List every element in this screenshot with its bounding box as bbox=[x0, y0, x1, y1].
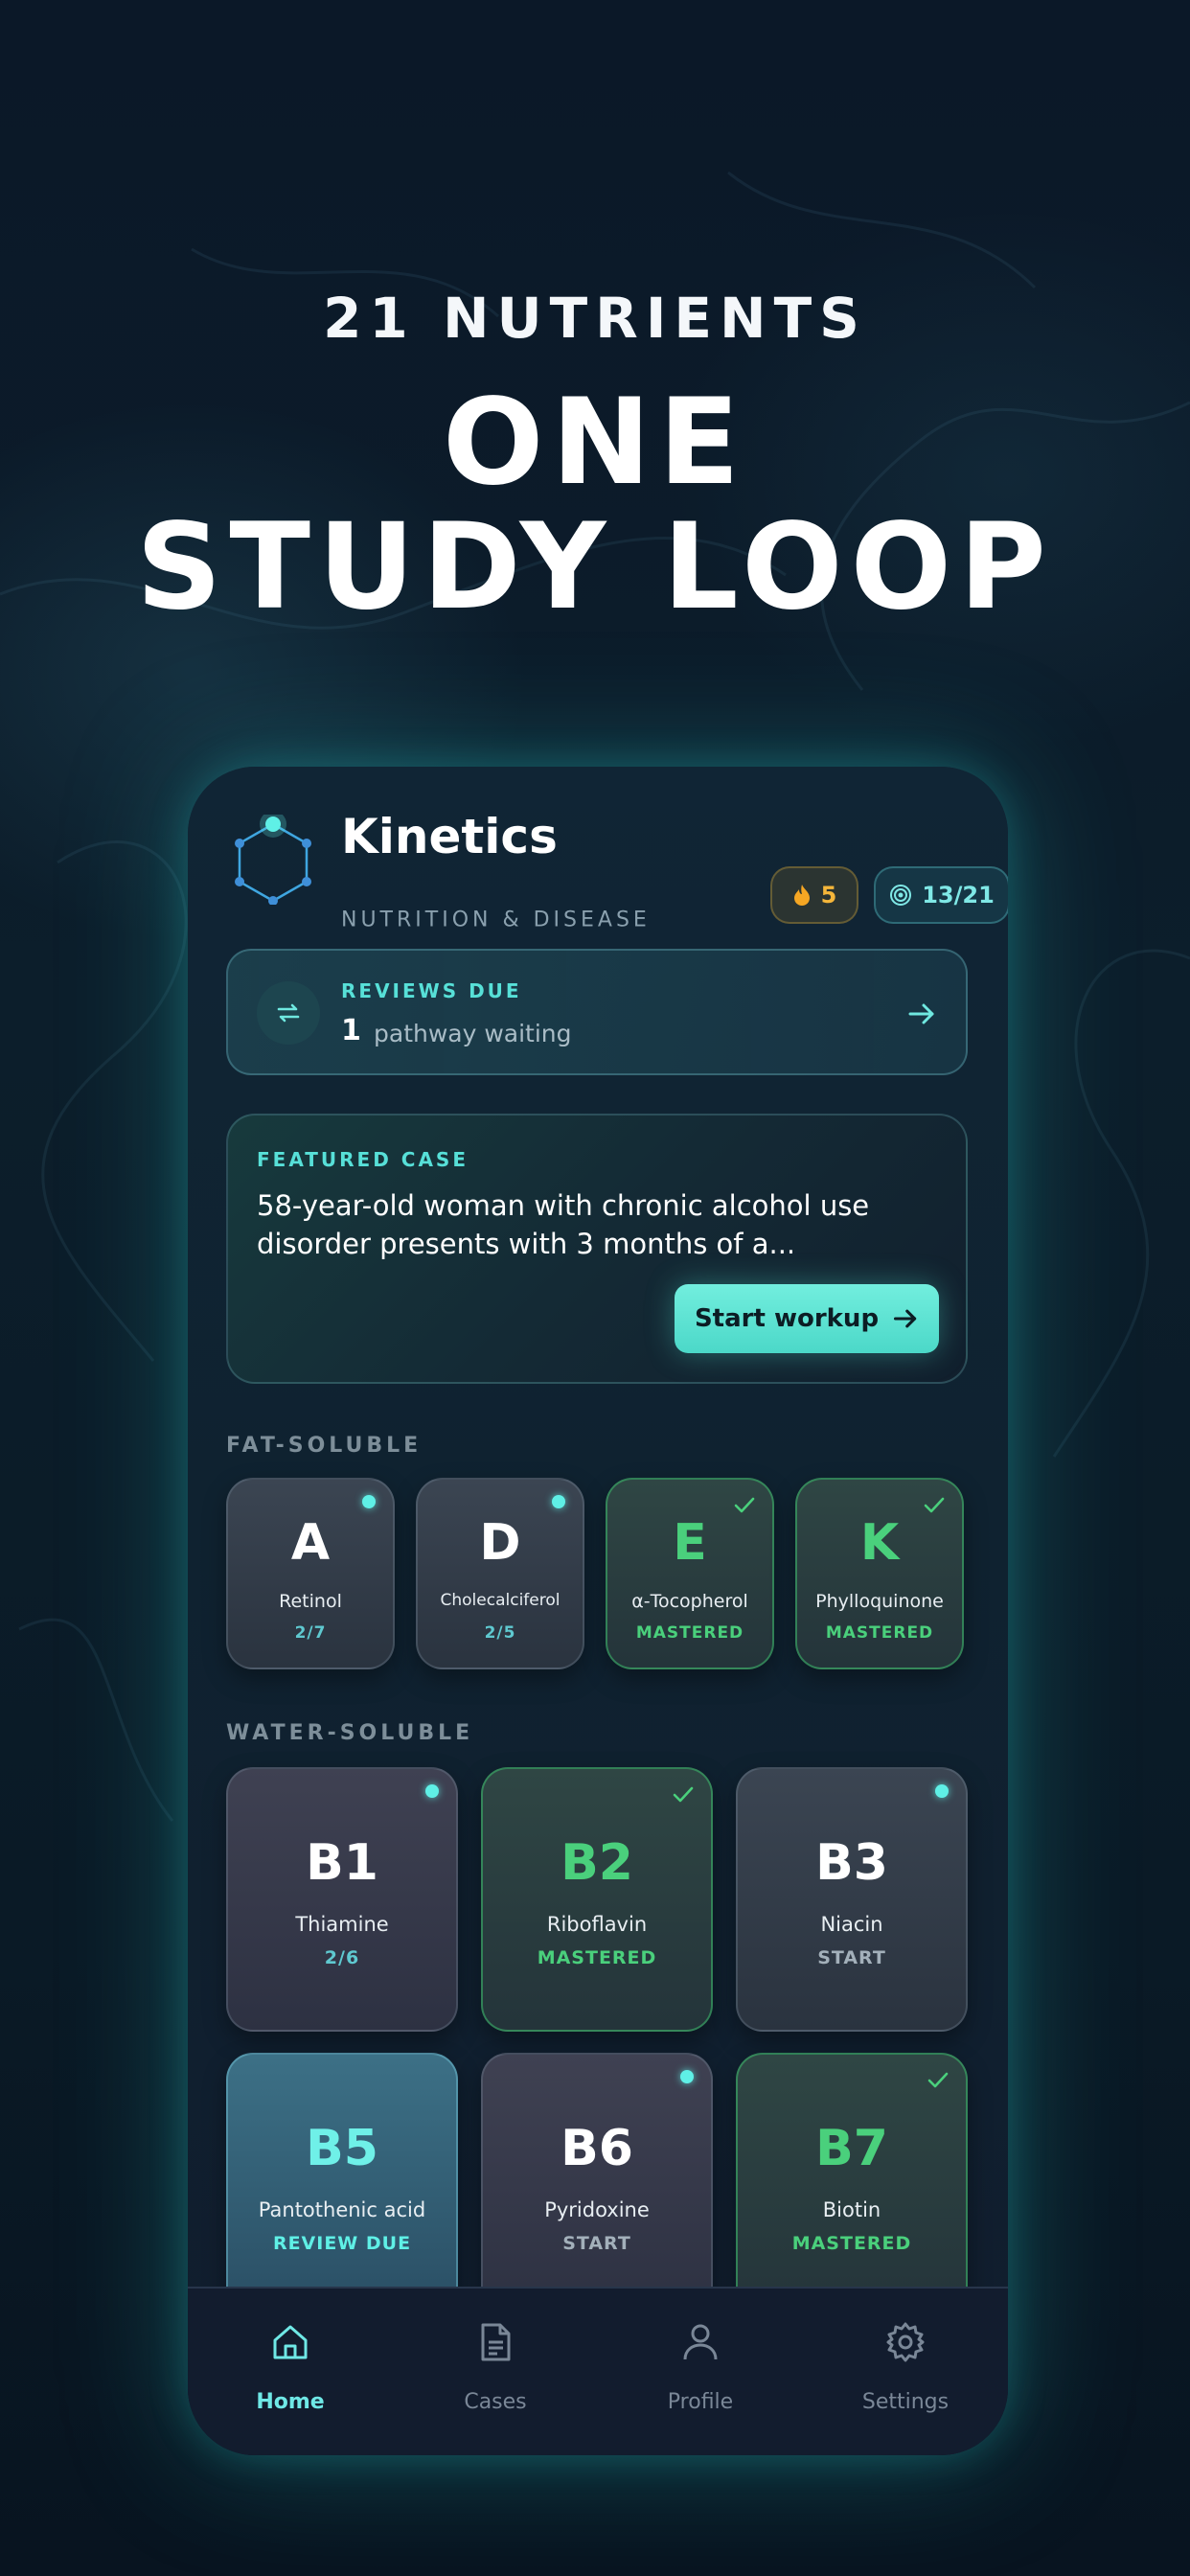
tab-settings[interactable]: Settings bbox=[803, 2288, 1008, 2455]
reviews-text: pathway waiting bbox=[374, 1020, 572, 1047]
vitamin-letter: D bbox=[479, 1514, 521, 1572]
tab-label: Cases bbox=[464, 2390, 527, 2414]
vitamin-letter: B6 bbox=[561, 2120, 633, 2177]
vitamin-name: Niacin bbox=[820, 1913, 883, 1936]
vitamin-status: REVIEW DUE bbox=[272, 2233, 412, 2254]
target-icon bbox=[890, 885, 912, 906]
vitamin-card-b5[interactable]: B5 Pantothenic acid REVIEW DUE bbox=[226, 2053, 458, 2317]
vitamin-name: Retinol bbox=[279, 1591, 342, 1612]
vitamin-name: Thiamine bbox=[295, 1913, 389, 1936]
reviews-label: REVIEWS DUE bbox=[341, 979, 522, 1002]
repeat-icon bbox=[257, 981, 320, 1045]
tab-label: Settings bbox=[861, 2390, 950, 2414]
tab-label: Home bbox=[256, 2390, 325, 2414]
vitamin-letter: B2 bbox=[561, 1834, 633, 1892]
hero-title-line2: STUDY LOOP bbox=[136, 498, 1054, 636]
new-indicator-dot bbox=[425, 1784, 439, 1798]
arrow-right-icon bbox=[908, 1003, 934, 1024]
vitamin-status: START bbox=[817, 1947, 886, 1968]
arrow-right-icon bbox=[894, 1309, 917, 1328]
vitamin-name: Cholecalciferol bbox=[440, 1591, 561, 1610]
document-icon bbox=[481, 2323, 511, 2361]
vitamin-name: Biotin bbox=[822, 2198, 881, 2221]
phone-screen: Kinetics NUTRITION & DISEASE 5 13/21 REV… bbox=[188, 767, 1008, 2455]
vitamin-letter: B3 bbox=[815, 1834, 888, 1892]
new-indicator-dot bbox=[680, 2070, 694, 2083]
bottom-tab-bar: Home Cases Profile Settings bbox=[188, 2287, 1008, 2455]
vitamin-card-b7[interactable]: B7 Biotin MASTERED bbox=[736, 2053, 968, 2317]
gear-icon bbox=[886, 2322, 925, 2362]
vitamin-card-a[interactable]: A Retinol 2/7 bbox=[226, 1478, 395, 1669]
vitamin-name: Riboflavin bbox=[546, 1913, 648, 1936]
vitamin-status: MASTERED bbox=[825, 1623, 934, 1643]
person-icon bbox=[683, 2324, 718, 2360]
streak-count: 5 bbox=[820, 882, 837, 908]
streak-badge[interactable]: 5 bbox=[770, 866, 858, 924]
vitamin-card-b3[interactable]: B3 Niacin START bbox=[736, 1767, 968, 2032]
vitamin-letter: B7 bbox=[815, 2120, 888, 2177]
vitamin-status: 2/7 bbox=[294, 1623, 327, 1643]
reviews-due-banner[interactable]: REVIEWS DUE 1 pathway waiting bbox=[226, 949, 968, 1075]
featured-label: FEATURED CASE bbox=[257, 1148, 469, 1171]
vitamin-card-b6[interactable]: B6 Pyridoxine START bbox=[481, 2053, 713, 2317]
vitamin-card-k[interactable]: K Phylloquinone MASTERED bbox=[795, 1478, 964, 1669]
vitamin-name: Phylloquinone bbox=[815, 1591, 944, 1612]
vitamin-letter: B5 bbox=[306, 2120, 378, 2177]
vitamin-status: 2/6 bbox=[324, 1947, 360, 1968]
vitamin-card-b2[interactable]: B2 Riboflavin MASTERED bbox=[481, 1767, 713, 2032]
featured-case-card[interactable]: FEATURED CASE 58-year-old woman with chr… bbox=[226, 1114, 968, 1384]
vitamin-status: MASTERED bbox=[791, 2233, 912, 2254]
tab-profile[interactable]: Profile bbox=[598, 2288, 803, 2455]
tab-home[interactable]: Home bbox=[188, 2288, 393, 2455]
app-subtitle: NUTRITION & DISEASE bbox=[341, 908, 651, 932]
start-workup-button[interactable]: Start workup bbox=[675, 1284, 939, 1353]
app-header: Kinetics NUTRITION & DISEASE 5 13/21 bbox=[230, 809, 1008, 932]
hero-kicker: 21 NUTRIENTS bbox=[323, 286, 867, 351]
vitamin-letter: B1 bbox=[306, 1834, 378, 1892]
vitamin-letter: K bbox=[859, 1514, 900, 1572]
vitamin-status: START bbox=[562, 2233, 631, 2254]
vitamin-name: Pyridoxine bbox=[544, 2198, 650, 2221]
home-icon bbox=[273, 2325, 308, 2359]
vitamin-name: α-Tocopherol bbox=[631, 1591, 748, 1612]
flame-icon bbox=[793, 885, 810, 906]
vitamin-letter: E bbox=[673, 1514, 707, 1572]
vitamin-status: MASTERED bbox=[635, 1623, 744, 1643]
hero-title-line1: ONE bbox=[443, 374, 747, 512]
reviews-count: 1 bbox=[341, 1014, 361, 1047]
new-indicator-dot bbox=[362, 1495, 376, 1508]
checkmark-icon bbox=[673, 1786, 694, 1803]
featured-case-text: 58-year-old woman with chronic alcohol u… bbox=[257, 1189, 870, 1260]
checkmark-icon bbox=[927, 2072, 949, 2088]
tab-label: Profile bbox=[667, 2390, 734, 2414]
vitamin-status: MASTERED bbox=[537, 1947, 657, 1968]
new-indicator-dot bbox=[935, 1784, 949, 1798]
progress-count: 13/21 bbox=[922, 882, 995, 908]
vitamin-card-e[interactable]: E α-Tocopherol MASTERED bbox=[606, 1478, 774, 1669]
vitamin-card-b1[interactable]: B1 Thiamine 2/6 bbox=[226, 1767, 458, 2032]
water-soluble-title: WATER-SOLUBLE bbox=[226, 1721, 474, 1745]
tab-cases[interactable]: Cases bbox=[393, 2288, 598, 2455]
vitamin-card-d[interactable]: D Cholecalciferol 2/5 bbox=[416, 1478, 584, 1669]
vitamin-name: Pantothenic acid bbox=[258, 2198, 426, 2221]
vitamin-letter: A bbox=[290, 1514, 331, 1572]
molecule-logo-icon bbox=[235, 815, 311, 905]
fat-soluble-title: FAT-SOLUBLE bbox=[226, 1434, 423, 1458]
vitamin-status: 2/5 bbox=[484, 1623, 516, 1643]
progress-badge[interactable]: 13/21 bbox=[874, 866, 1008, 924]
app-title: Kinetics bbox=[341, 809, 558, 864]
new-indicator-dot bbox=[552, 1495, 565, 1508]
start-workup-label: Start workup bbox=[694, 1304, 880, 1333]
